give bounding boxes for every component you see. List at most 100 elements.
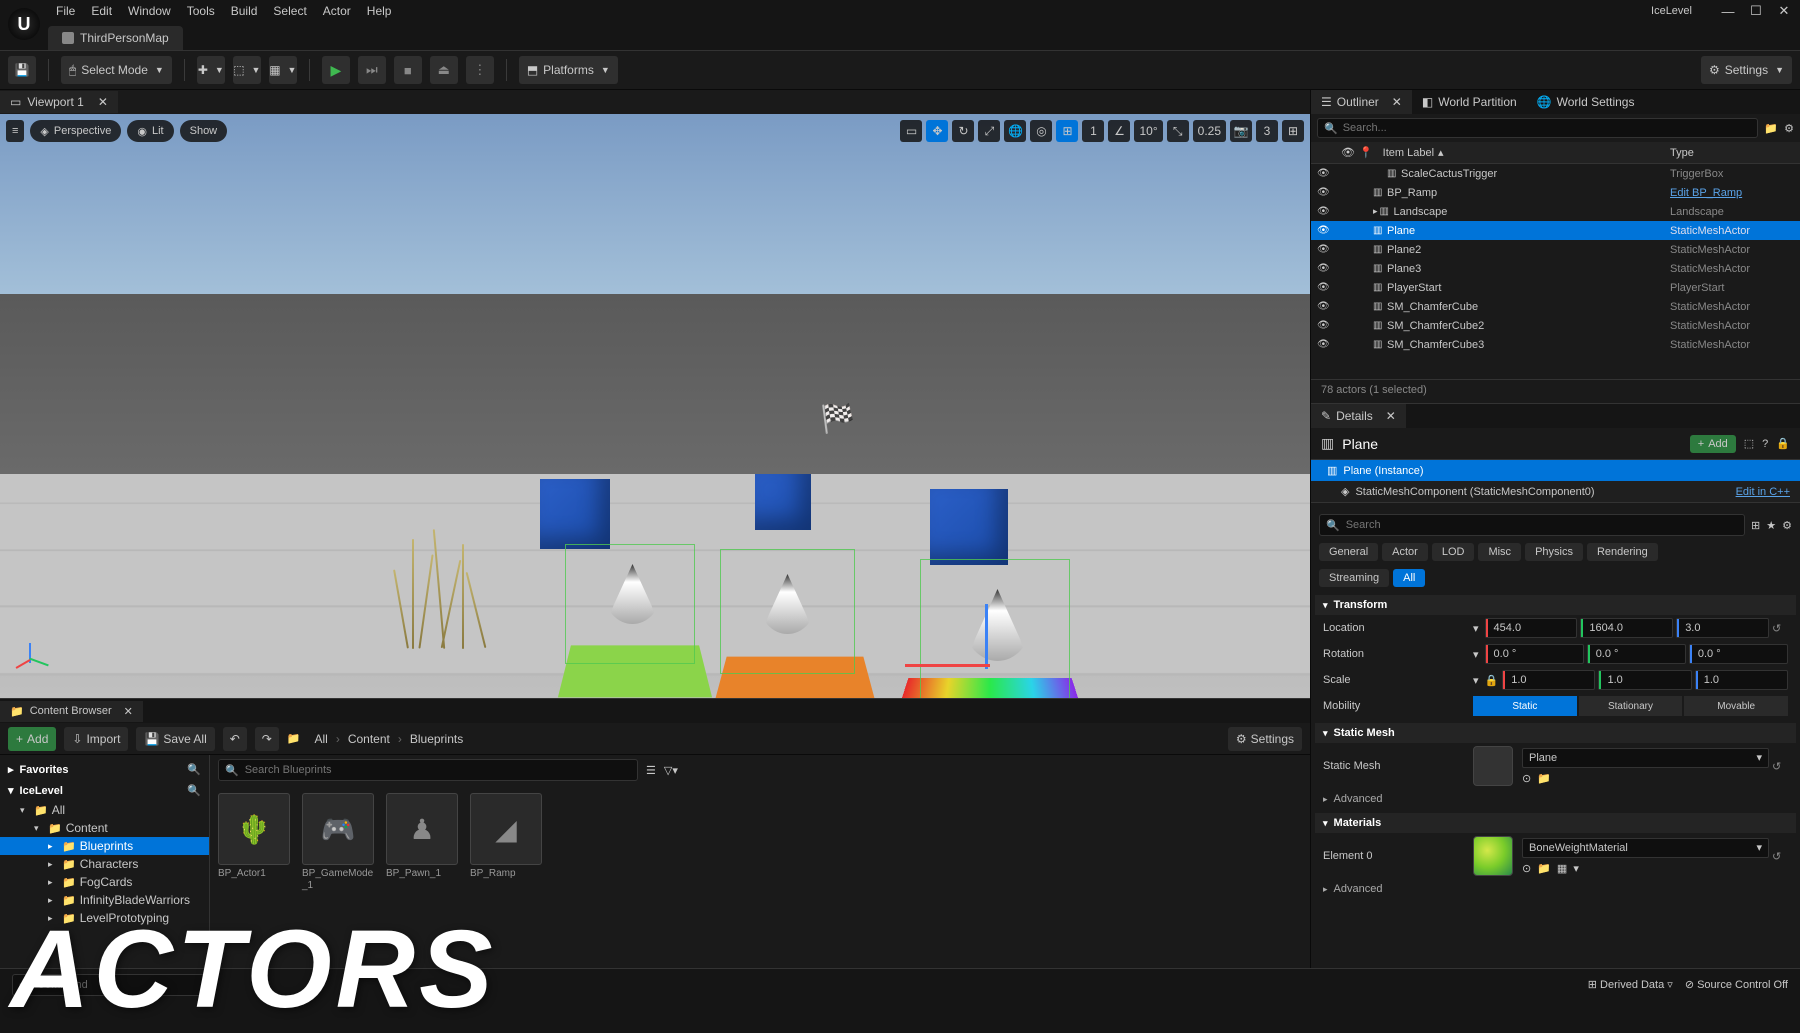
source-control[interactable]: ⊘ Source Control Off [1685, 978, 1788, 991]
history-fwd[interactable]: ↷ [255, 727, 279, 751]
scale-x[interactable]: 1.0 [1502, 670, 1595, 690]
lock-icon[interactable]: 🔒 [1485, 674, 1499, 687]
close-button[interactable]: ✕ [1776, 3, 1792, 19]
menu-tools[interactable]: Tools [187, 4, 215, 18]
crumb[interactable]: Blueprints [410, 732, 463, 746]
close-icon[interactable]: ✕ [124, 705, 133, 718]
filter-actor[interactable]: Actor [1382, 543, 1428, 561]
outliner-search-input[interactable] [1343, 122, 1752, 134]
save-button[interactable]: 💾 [8, 56, 36, 84]
blueprint-icon[interactable]: ⬚ [1744, 437, 1754, 450]
rotation-x[interactable]: 0.0 ° [1485, 644, 1584, 664]
location-z[interactable]: 3.0 [1676, 618, 1769, 638]
mesh-thumbnail[interactable] [1473, 746, 1513, 786]
add-component-button[interactable]: + Add [1690, 435, 1736, 453]
settings-dropdown[interactable]: ⚙ Settings ▼ [1701, 56, 1792, 84]
scene-cube[interactable] [930, 489, 1008, 565]
details-tab[interactable]: ✎ Details✕ [1311, 404, 1406, 428]
asset-thumbnail[interactable]: 🌵BP_Actor1 [218, 793, 294, 880]
history-back[interactable]: ↶ [223, 727, 247, 751]
filter-all[interactable]: All [1393, 569, 1425, 587]
scene-cube[interactable] [755, 474, 811, 530]
cinematics-button[interactable]: ▦▼ [269, 56, 297, 84]
lock-icon[interactable]: 🔒 [1776, 437, 1790, 450]
stop-button[interactable]: ■ [394, 56, 422, 84]
outliner-row[interactable]: 👁▥SM_ChamferCubeStaticMeshActor [1311, 297, 1800, 316]
tree-node[interactable]: ▸📁Characters [0, 855, 209, 873]
folder-options[interactable]: 📁 [1764, 122, 1778, 135]
rotation-z[interactable]: 0.0 ° [1689, 644, 1788, 664]
save-all-button[interactable]: 💾 Save All [136, 727, 214, 751]
grid-snap-value[interactable]: 1 [1082, 120, 1104, 142]
filter-general[interactable]: General [1319, 543, 1378, 561]
outliner-search[interactable]: 🔍 [1317, 118, 1758, 138]
import-button[interactable]: ⇩ Import [64, 727, 128, 751]
use-icon[interactable]: 📁 [1537, 772, 1551, 785]
asset-thumbnail[interactable]: 🎮BP_GameMode_1 [302, 793, 378, 892]
material-thumbnail[interactable] [1473, 836, 1513, 876]
viewport-tab[interactable]: ▭ Viewport 1 ✕ [0, 91, 118, 113]
mobility-stationary[interactable]: Stationary [1579, 696, 1683, 716]
outliner-row[interactable]: 👁▥ScaleCactusTriggerTriggerBox [1311, 164, 1800, 183]
scale-snap-val[interactable]: 0.25 [1193, 120, 1226, 142]
asset-thumbnail[interactable]: ♟BP_Pawn_1 [386, 793, 462, 880]
add-asset-button[interactable]: + Add [8, 727, 56, 751]
skip-button[interactable]: ⏭ [358, 56, 386, 84]
advanced-toggle[interactable]: ▸Advanced [1315, 879, 1796, 899]
details-search[interactable]: 🔍 [1319, 514, 1745, 536]
materials-header[interactable]: ▾Materials [1315, 813, 1796, 833]
menu-window[interactable]: Window [128, 4, 171, 18]
outliner-row[interactable]: 👁▥PlaneStaticMeshActor [1311, 221, 1800, 240]
outliner-tab[interactable]: ☰ Outliner✕ [1311, 90, 1412, 114]
chevron-down-icon[interactable]: ▾ [1573, 862, 1579, 875]
gear-icon[interactable]: ⚙ [1782, 519, 1792, 532]
favorites-header[interactable]: ▸ Favorites🔍 [0, 759, 209, 780]
gizmo-z-axis[interactable] [985, 604, 988, 669]
viewport-3d[interactable]: ≡ ◈ Perspective ◉ Lit Show ▭ ✥ ↻ ⤢ 🌐 ◎ [0, 114, 1310, 698]
mesh-dropdown[interactable]: Plane▾ [1522, 748, 1769, 768]
staticmesh-header[interactable]: ▾Static Mesh [1315, 723, 1796, 743]
transform-header[interactable]: ▾Transform [1315, 595, 1796, 615]
play-options-button[interactable]: ⋮ [466, 56, 494, 84]
platforms-dropdown[interactable]: ⬒ Platforms ▼ [519, 56, 618, 84]
close-icon[interactable]: ✕ [1392, 95, 1402, 109]
outliner-row[interactable]: 👁▥SM_ChamferCube2StaticMeshActor [1311, 316, 1800, 335]
show-dropdown[interactable]: Show [180, 120, 228, 142]
filter-physics[interactable]: Physics [1525, 543, 1583, 561]
crumb[interactable]: Content [348, 732, 390, 746]
gizmo-x-axis[interactable] [905, 664, 990, 667]
scene-cube[interactable] [540, 479, 610, 549]
cb-settings[interactable]: ⚙ Settings [1228, 727, 1302, 751]
close-icon[interactable]: ✕ [1386, 409, 1396, 423]
marketplace-button[interactable]: ⬚▼ [233, 56, 261, 84]
tree-node[interactable]: ▸📁Blueprints [0, 837, 209, 855]
browse-icon[interactable]: ⊙ [1522, 772, 1531, 785]
asset-search-input[interactable] [245, 764, 631, 776]
reset-icon[interactable]: ↺ [1772, 622, 1788, 635]
outliner-row[interactable]: 👁▥Plane2StaticMeshActor [1311, 240, 1800, 259]
material-dropdown[interactable]: BoneWeightMaterial▾ [1522, 838, 1769, 858]
outliner-row[interactable]: 👁▸▥LandscapeLandscape [1311, 202, 1800, 221]
location-y[interactable]: 1604.0 [1580, 618, 1673, 638]
cam-speed-val[interactable]: 3 [1256, 120, 1278, 142]
menu-file[interactable]: File [56, 4, 75, 18]
filter-icon[interactable]: ☰ [646, 764, 656, 777]
content-browser-tab[interactable]: 📁 Content Browser ✕ [0, 701, 143, 722]
help-icon[interactable]: ? [1762, 438, 1768, 450]
menu-help[interactable]: Help [367, 4, 392, 18]
surface-snap[interactable]: ◎ [1030, 120, 1052, 142]
eject-button[interactable]: ⏏ [430, 56, 458, 84]
filter-lod[interactable]: LOD [1432, 543, 1475, 561]
viewport-menu[interactable]: ≡ [6, 120, 24, 142]
camera-speed[interactable]: 📷 [1230, 120, 1252, 142]
grid-icon[interactable]: ⊞ [1751, 519, 1760, 532]
edit-cpp-link[interactable]: Edit in C++ [1736, 486, 1790, 498]
filter-misc[interactable]: Misc [1478, 543, 1521, 561]
grid-snap[interactable]: ⊞ [1056, 120, 1078, 142]
texture-icon[interactable]: ▦ [1557, 862, 1567, 875]
lit-dropdown[interactable]: ◉ Lit [127, 120, 173, 142]
browse-icon[interactable]: ⊙ [1522, 862, 1531, 875]
filter-streaming[interactable]: Streaming [1319, 569, 1389, 587]
angle-value[interactable]: 10° [1134, 120, 1162, 142]
details-search-input[interactable] [1346, 519, 1738, 531]
